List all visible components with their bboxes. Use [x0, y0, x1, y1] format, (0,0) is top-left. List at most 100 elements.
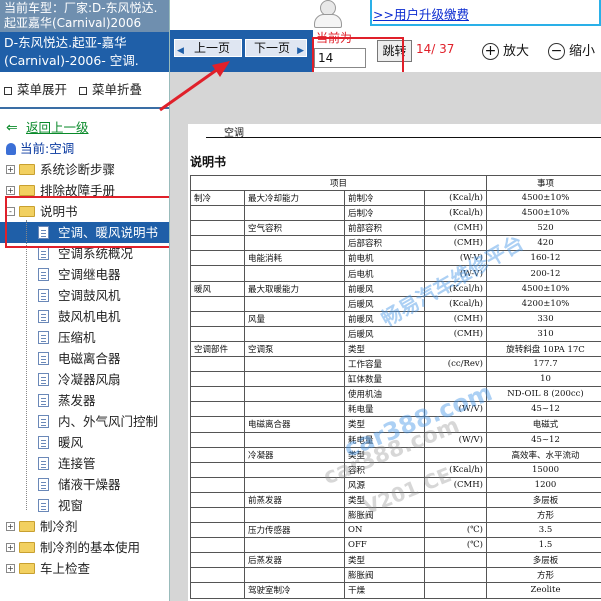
- document-icon: [38, 352, 49, 365]
- leaf-item-label: 空调系统概况: [58, 246, 134, 261]
- tree-item-refrigerant-usage[interactable]: + 制冷剂的基本使用: [0, 537, 169, 558]
- document-viewer[interactable]: 空调 说明书 项目 事项 制冷 最大冷却能力 前制冷 (Kcal/h) 4500±10%…: [170, 72, 601, 601]
- zoom-out-label: 缩小: [569, 44, 596, 59]
- category-cell: [190, 310, 245, 327]
- subitem-cell: 前部容积: [344, 220, 425, 237]
- tree-item-diagnostics[interactable]: + 系统诊断步骤: [0, 159, 169, 180]
- zoom-in-icon: +: [482, 43, 499, 60]
- leaf-item-label: 储液干燥器: [58, 477, 121, 492]
- subitem-cell: 使用机油: [344, 386, 425, 403]
- upgrade-link[interactable]: >>用户升级缴费: [373, 4, 469, 23]
- value-cell: ND-OIL 8 (200cc): [486, 386, 601, 403]
- subitem-cell: 膨胀阀: [344, 567, 425, 584]
- leaf-item-label: 暖风: [58, 435, 84, 450]
- category-cell: [190, 506, 245, 524]
- item-cell: 后蒸发器: [244, 552, 345, 569]
- table-row: 后蒸发器 类型 多层板: [190, 552, 601, 569]
- expand-all-button[interactable]: 菜单展开: [4, 82, 67, 97]
- category-cell: [190, 250, 245, 267]
- unit-cell: (Kcal/h): [424, 295, 487, 312]
- spec-table: 项目 事项 制冷 最大冷却能力 前制冷 (Kcal/h) 4500±10% 后制冷 (Kca…: [190, 175, 601, 599]
- document-icon: [38, 436, 49, 449]
- folder-icon: [19, 164, 35, 175]
- table-row: 工作容量 (cc/Rev) 177.7: [190, 356, 601, 373]
- zoom-out-button[interactable]: − 缩小: [548, 40, 595, 60]
- zoom-in-button[interactable]: + 放大: [482, 40, 529, 60]
- collapse-all-button[interactable]: 菜单折叠: [79, 82, 142, 97]
- expand-toggle-icon[interactable]: +: [6, 186, 15, 195]
- tree-item-vehicle-check[interactable]: + 车上检查: [0, 558, 169, 579]
- item-cell: [244, 461, 345, 478]
- folder-icon: [19, 521, 35, 532]
- value-cell: 4500±10%: [486, 280, 601, 297]
- category-cell: [190, 371, 245, 388]
- category-cell: [190, 461, 245, 478]
- table-row: 暖风 最大取暖能力 前暖风 (Kcal/h) 4500±10%: [190, 280, 601, 297]
- category-cell: [190, 386, 245, 403]
- item-cell: [244, 401, 345, 418]
- item-cell: 最大冷却能力: [244, 189, 345, 207]
- table-row: 空调部件 空调泵 类型 旋转斜盘 10PA 17C: [190, 340, 601, 358]
- category-cell: [190, 552, 245, 569]
- value-cell: 高效率、水平流动: [486, 446, 601, 463]
- item-cell: [244, 205, 345, 222]
- unit-cell: (CMH): [424, 220, 487, 237]
- item-cell: [244, 235, 345, 252]
- folder-icon: [19, 185, 35, 196]
- item-cell: 驾驶室制冷: [244, 582, 345, 599]
- expand-toggle-icon[interactable]: +: [6, 543, 15, 552]
- unit-cell: [424, 491, 487, 508]
- value-cell: 200-12: [486, 265, 601, 282]
- vehicle-title-line2: (Carnival)-2006- 空调.: [4, 53, 139, 68]
- table-header-row: 项目 事项: [190, 175, 601, 191]
- subitem-cell: 后制冷: [344, 205, 425, 222]
- table-row: 使用机油 ND-OIL 8 (200cc): [190, 386, 601, 403]
- tree-guide-line: [26, 220, 27, 510]
- back-link[interactable]: ⇐ 返回上一级: [0, 117, 169, 138]
- subitem-cell: 类型: [344, 552, 425, 569]
- table-row: OFF (℃) 1.5: [190, 537, 601, 554]
- subitem-cell: 后暖风: [344, 295, 425, 312]
- value-cell: 4500±10%: [486, 205, 601, 222]
- expand-toggle-icon[interactable]: +: [6, 522, 15, 531]
- expand-toggle-icon[interactable]: +: [6, 165, 15, 174]
- tree-item-label: 制冷剂的基本使用: [40, 540, 141, 555]
- unit-cell: (CMH): [424, 310, 487, 327]
- value-cell: 1.5: [486, 537, 601, 554]
- unit-cell: [424, 340, 487, 358]
- table-row: 缸体数量 10: [190, 371, 601, 388]
- unit-cell: (CMH): [424, 235, 487, 252]
- item-cell: 压力传感器: [244, 522, 345, 539]
- value-cell: 多层板: [486, 491, 601, 508]
- table-row: 驾驶室制冷 干燥 Zeolite: [190, 582, 601, 599]
- category-cell: [190, 431, 245, 448]
- subitem-cell: 容积: [344, 461, 425, 478]
- value-cell: 45~12: [486, 431, 601, 448]
- document-icon: [38, 457, 49, 470]
- item-cell: [244, 431, 345, 448]
- unit-cell: (Kcal/h): [424, 461, 487, 478]
- document-icon: [38, 247, 49, 260]
- subitem-cell: 类型: [344, 340, 425, 358]
- top-bar: >>用户升级缴费: [170, 0, 601, 30]
- table-row: 后暖风 (CMH) 310: [190, 325, 601, 342]
- tree-item-label: 车上检查: [40, 561, 91, 576]
- vehicle-banner: 当前车型：厂家:D-东风悦达.起亚嘉华(Carnival)2006: [0, 0, 169, 32]
- value-cell: 15000: [486, 461, 601, 478]
- item-cell: [244, 295, 345, 312]
- category-cell: 制冷: [190, 189, 245, 207]
- subitem-cell: 耗电量: [344, 431, 425, 448]
- expand-toggle-icon[interactable]: +: [6, 564, 15, 573]
- item-cell: 冷凝器: [244, 446, 345, 463]
- unit-cell: (℃): [424, 537, 487, 554]
- next-page-button[interactable]: 下一页 ▶: [245, 39, 307, 57]
- leaf-item-label: 电磁离合器: [58, 351, 121, 366]
- table-row: 后部容积 (CMH) 420: [190, 235, 601, 252]
- category-cell: [190, 401, 245, 418]
- tree-item-refrigerant[interactable]: + 制冷剂: [0, 516, 169, 537]
- table-row: 耗电量 (W/V) 45~12: [190, 431, 601, 448]
- unit-cell: (Kcal/h): [424, 205, 487, 222]
- unit-cell: (W-V): [424, 250, 487, 267]
- value-cell: 45~12: [486, 401, 601, 418]
- subitem-cell: ON: [344, 522, 425, 539]
